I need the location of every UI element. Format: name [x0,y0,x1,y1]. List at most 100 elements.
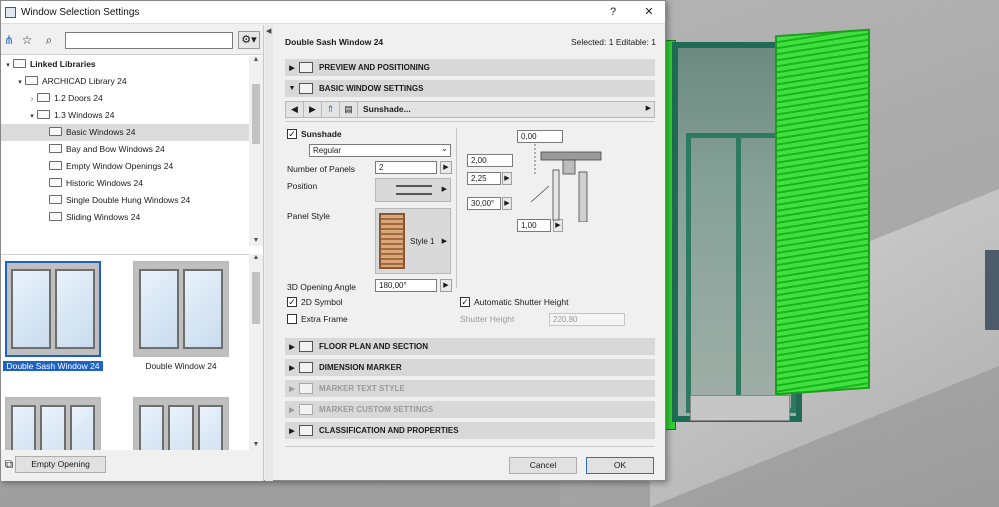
tree-item[interactable]: › 1.2 Doors 24 [1,90,249,107]
section-floor-plan[interactable]: ▶ FLOOR PLAN AND SECTION [285,338,655,355]
tree-item-label: Linked Libraries [30,59,96,69]
tree-item[interactable]: Sliding Windows 24 [1,209,249,226]
tree-item[interactable]: ▾ 1.3 Windows 24 [1,107,249,124]
ok-button[interactable]: OK [586,457,654,474]
settings-panel: Double Sash Window 24 Selected: 1 Editab… [273,25,666,481]
star-icon[interactable]: ☆ [19,32,35,48]
adjacent-object [985,250,999,330]
position-label: Position [287,181,318,191]
tree-item-label: Single Double Hung Windows 24 [66,195,191,205]
scroll-down-icon[interactable]: ▼ [249,237,263,244]
tree-item[interactable]: Bay and Bow Windows 24 [1,141,249,158]
prev-page-button[interactable]: ◀ [286,102,304,117]
thumbnail-scrollbar[interactable]: ▲ ▼ [249,254,263,450]
chevron-down-icon[interactable]: ▾ [15,74,25,91]
hierarchy-icon[interactable]: ⋔ [1,32,17,48]
tree-item[interactable]: Basic Windows 24 [1,124,249,141]
2d-symbol-label: 2D Symbol [301,297,343,307]
empty-opening-button[interactable]: Empty Opening [15,456,106,473]
tree-item[interactable]: ▾ Linked Libraries [1,56,249,73]
opening-angle-field[interactable]: 180,00° [375,279,437,292]
search-input[interactable] [65,32,233,49]
section-basic-window[interactable]: ▼ BASIC WINDOW SETTINGS [285,80,655,97]
panels-arrow-icon[interactable]: ▶ [440,161,452,174]
top-offset-field[interactable]: 0,00 [517,130,563,143]
library-toolbar: ⋔ ☆ ⌕ ⚙▾ [1,25,263,55]
close-button[interactable]: ✕ [638,4,660,20]
auto-shutter-label: Automatic Shutter Height [474,297,569,307]
dimension-b-arrow-icon[interactable]: ▶ [502,172,512,185]
expand-arrow-icon: ▶ [289,385,295,393]
angle-arrow-icon[interactable]: ▶ [502,197,512,210]
thumbnail-item[interactable]: Double Window 24 [131,261,231,371]
chevron-right-icon[interactable]: › [27,91,37,108]
scroll-down-icon[interactable]: ▼ [249,441,263,448]
collapse-arrow-icon[interactable]: ◀ [266,27,271,35]
folder-icon [37,110,50,119]
scroll-up-icon[interactable]: ▲ [249,254,263,261]
tree-item[interactable]: Historic Windows 24 [1,175,249,192]
opening-angle-arrow-icon[interactable]: ▶ [440,279,452,292]
gear-icon[interactable]: ⚙▾ [238,31,260,49]
pane-splitter[interactable]: ◀ [265,25,273,481]
extra-frame-checkbox[interactable] [287,314,297,324]
dimension-b-field[interactable]: 2,25 [467,172,501,185]
dimension-a-field[interactable]: 2,00 [467,154,513,167]
panel-style-picker[interactable]: Style 1 ▶ [375,208,451,274]
sunshade-type-select[interactable]: Regular [309,144,451,157]
help-button[interactable]: ? [602,4,624,20]
expand-arrow-icon: ▶ [289,64,295,72]
glass-pane [11,269,51,349]
scroll-up-icon[interactable]: ▲ [249,56,263,63]
section-marker-custom: ▶ MARKER CUSTOM SETTINGS [285,401,655,418]
pin-page-icon[interactable]: ⇑ [322,102,340,117]
sunshade-page: ✓ Sunshade Regular ⌄ Number of Panels 2 … [285,121,655,331]
chevron-down-icon[interactable]: ▾ [27,108,37,125]
tree-item[interactable]: Single Double Hung Windows 24 [1,192,249,209]
subpage-title[interactable]: Sunshade... [363,104,411,114]
library-footer: ⧉ Empty Opening [1,450,263,481]
section-sketch-icon [530,144,602,222]
section-classification[interactable]: ▶ CLASSIFICATION AND PROPERTIES [285,422,655,439]
subpage-navigation: ◀ ▶ ⇑ ▤ Sunshade... ▶ [285,101,655,118]
thumbnail-item[interactable]: Double Sash Window 24 [3,261,103,371]
folder-icon [49,161,62,170]
marker-icon [299,404,313,415]
next-page-button[interactable]: ▶ [304,102,322,117]
library-tree: ▾ Linked Libraries ▾ ARCHICAD Library 24 › 1.… [1,56,249,246]
glass-pane [183,269,223,349]
section-dimension-marker[interactable]: ▶ DIMENSION MARKER [285,359,655,376]
scroll-thumb[interactable] [252,84,260,144]
2d-symbol-checkbox[interactable]: ✓ [287,297,297,307]
sunshade-checkbox[interactable]: ✓ [287,129,297,139]
folder-icon [49,144,62,153]
angle-field[interactable]: 30,00° [467,197,501,210]
subpage-menu-arrow-icon[interactable]: ▶ [646,104,651,112]
glass-pane [55,269,95,349]
tree-item[interactable]: Empty Window Openings 24 [1,158,249,175]
folder-icon [49,178,62,187]
section-preview[interactable]: ▶ PREVIEW AND POSITIONING [285,59,655,76]
position-picker[interactable]: ▶ [375,178,451,202]
window-selection-settings-dialog: Window Selection Settings ? ✕ ⋔ ☆ ⌕ ⚙▾ ▾… [0,0,666,481]
right-shutter[interactable] [775,28,870,396]
search-icon[interactable]: ⌕ [41,32,57,48]
thumbnail-caption: Double Sash Window 24 [3,361,103,371]
folder-icon [25,76,38,85]
tree-item[interactable]: ▾ ARCHICAD Library 24 [1,73,249,90]
chevron-down-icon[interactable]: ⌄ [441,144,448,153]
window-sill [690,395,790,421]
tree-item-label: ARCHICAD Library 24 [42,76,127,86]
cancel-button[interactable]: Cancel [509,457,577,474]
folder-icon [49,212,62,221]
folder-icon [49,195,62,204]
scroll-thumb[interactable] [252,272,260,324]
panels-field[interactable]: 2 [375,161,437,174]
tree-scrollbar[interactable]: ▲ ▼ [249,56,263,246]
tree-item-label: Bay and Bow Windows 24 [66,144,165,154]
column-divider [456,128,457,288]
tree-item-label: Historic Windows 24 [66,178,143,188]
auto-shutter-checkbox[interactable]: ✓ [460,297,470,307]
chevron-down-icon[interactable]: ▾ [3,57,13,74]
text-style-icon [299,383,313,394]
